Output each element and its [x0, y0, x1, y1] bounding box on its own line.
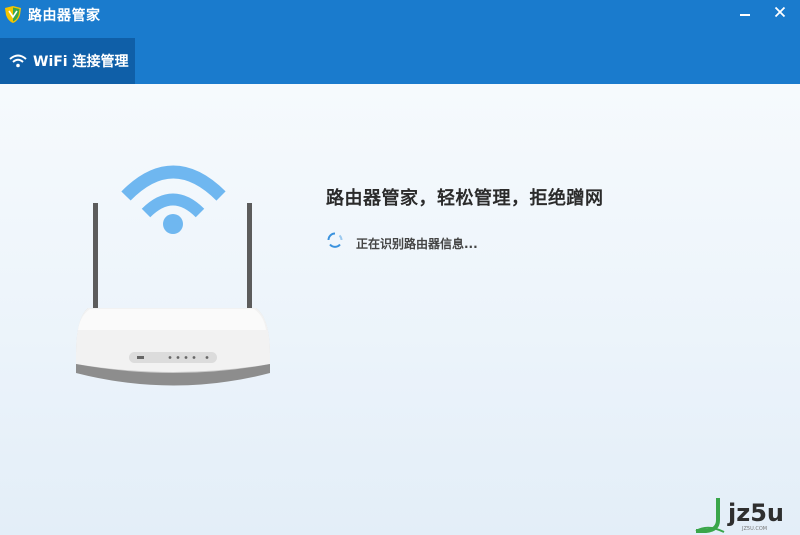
status-text: 正在识别路由器信息... — [356, 237, 478, 251]
tab-label: WiFi 连接管理 — [33, 54, 129, 70]
page-headline: 路由器管家，轻松管理，拒绝蹭网 — [326, 188, 604, 209]
wifi-icon — [9, 54, 27, 68]
close-icon — [774, 6, 786, 18]
tab-bar: WiFi 连接管理 — [0, 28, 800, 84]
shield-logo-icon — [5, 6, 21, 23]
tab-wifi-management[interactable]: WiFi 连接管理 — [0, 38, 135, 84]
watermark-subtext: JZ5U.COM — [742, 526, 768, 532]
minimize-button[interactable] — [730, 0, 760, 24]
loading-spinner-icon — [327, 232, 343, 248]
close-button[interactable] — [765, 0, 795, 24]
app-title: 路由器管家 — [28, 8, 101, 24]
watermark-text: jz5u — [728, 499, 784, 527]
watermark-logo-icon — [695, 498, 725, 533]
minimize-icon — [740, 14, 750, 16]
title-bar: 路由器管家 — [0, 0, 800, 28]
router-icon — [76, 165, 270, 386]
